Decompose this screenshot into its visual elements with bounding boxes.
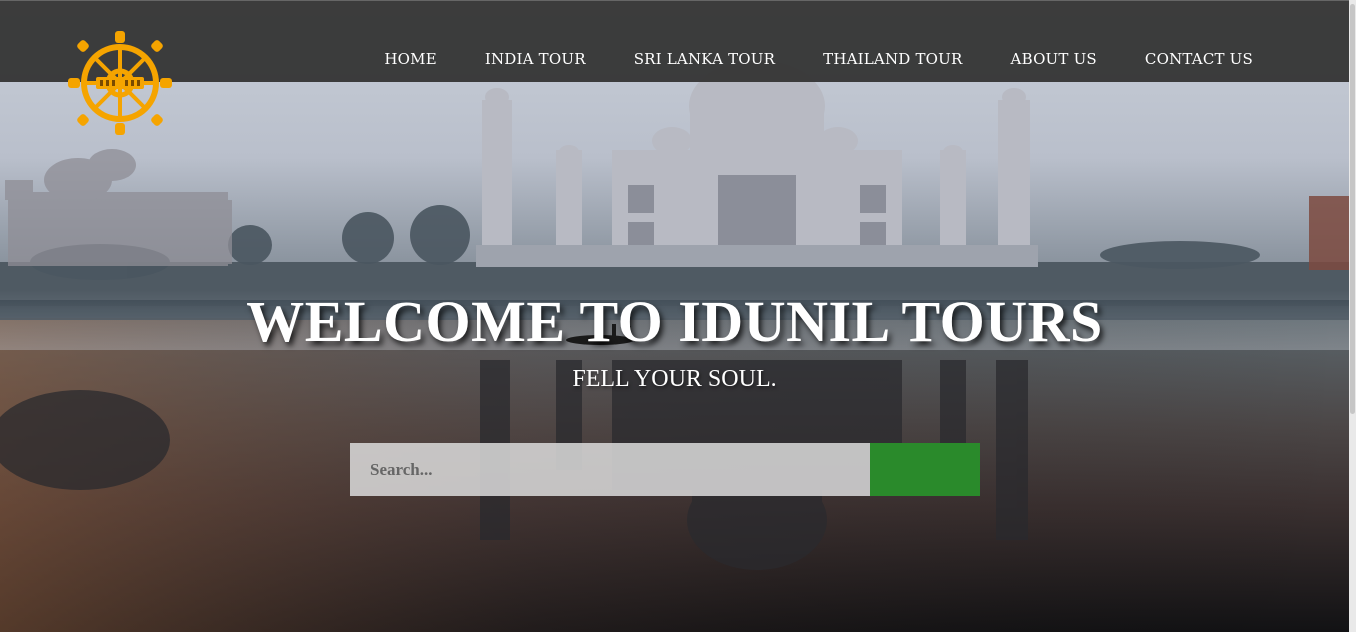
- hero-title-part1: WELCOME TO: [246, 289, 679, 354]
- top-navbar: HOME INDIA TOUR SRI LANKA TOUR THAILAND …: [0, 0, 1349, 135]
- search-button[interactable]: [870, 443, 980, 496]
- hero-subtitle: FELL YOUR SOUL.: [572, 366, 777, 392]
- nav-india-tour[interactable]: INDIA TOUR: [485, 50, 586, 68]
- dharma-wheel-icon[interactable]: [66, 29, 174, 137]
- hero-title: WELCOME TO IDUNIL TOURS: [0, 288, 1349, 355]
- scrollbar-thumb[interactable]: [1350, 4, 1355, 414]
- search-input[interactable]: [350, 443, 870, 496]
- nav-thailand-tour[interactable]: THAILAND TOUR: [823, 50, 962, 68]
- page-scrollbar[interactable]: [1349, 0, 1356, 632]
- search-bar: [350, 443, 980, 496]
- nav-about-us[interactable]: ABOUT US: [1011, 50, 1097, 68]
- hero-title-brand: IDUNIL TOURS: [678, 289, 1103, 354]
- nav-sri-lanka-tour[interactable]: SRI LANKA TOUR: [634, 50, 775, 68]
- nav-contact-us[interactable]: CONTACT US: [1145, 50, 1253, 68]
- main-menu: HOME INDIA TOUR SRI LANKA TOUR THAILAND …: [384, 50, 1253, 68]
- nav-home[interactable]: HOME: [384, 50, 437, 68]
